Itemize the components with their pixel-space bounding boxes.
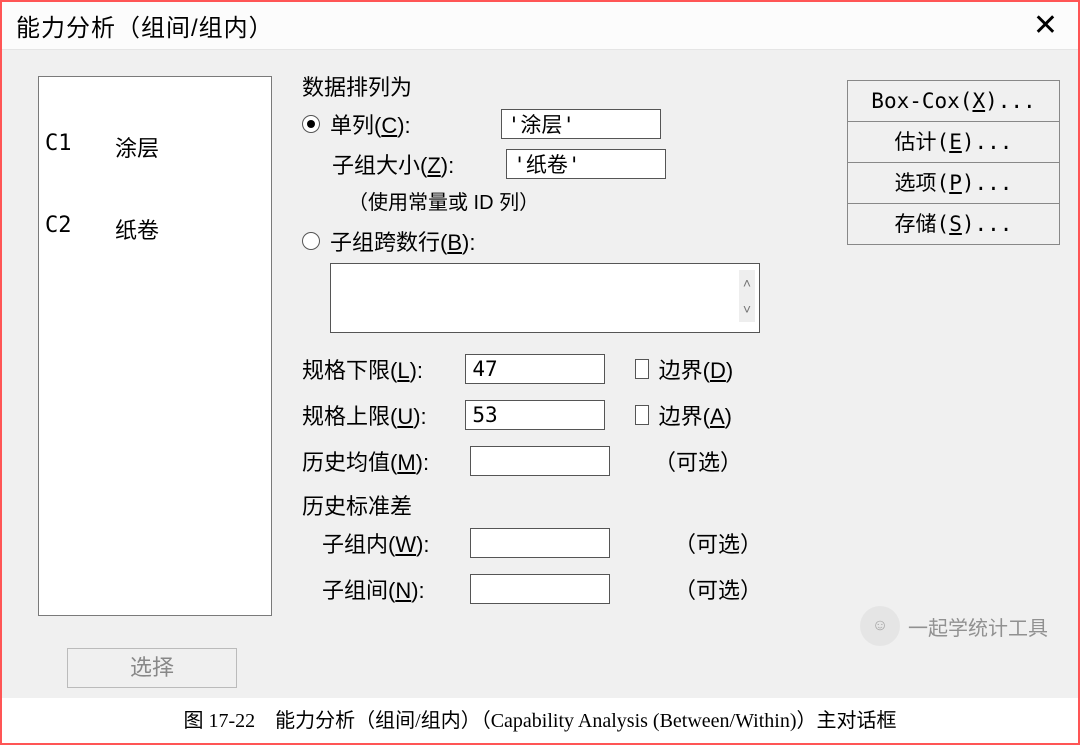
single-column-label: 单列(C): — [330, 108, 411, 140]
subgroup-size-note: （使用常量或 ID 列） — [348, 186, 822, 215]
figure-caption: 图 17-22 能力分析（组间/组内）（Capability Analysis … — [2, 698, 1078, 733]
subgroup-size-input[interactable] — [506, 149, 666, 179]
within-sd-optional: （可选） — [654, 527, 822, 559]
between-sd-optional: （可选） — [654, 573, 822, 605]
upper-boundary-label: 边界(A) — [659, 399, 822, 431]
arrangement-header: 数据排列为 — [302, 70, 822, 102]
between-sd-input[interactable] — [470, 574, 610, 604]
form-area: 数据排列为 单列(C): 子组大小(Z): （使用常量或 ID 列） — [302, 70, 822, 605]
estimate-button[interactable]: 估计(E)... — [847, 121, 1060, 163]
radio-multi-row[interactable] — [302, 232, 320, 250]
right-button-group: Box-Cox(X)... 估计(E)... 选项(P)... 存储(S)... — [847, 80, 1060, 244]
select-button: 选择 — [67, 648, 237, 688]
multi-row-label: 子组跨数行(B): — [330, 225, 475, 257]
watermark: ☺ 一起学统计工具 — [860, 606, 1048, 646]
window-title: 能力分析（组间/组内） — [16, 8, 274, 43]
within-sd-input[interactable] — [470, 528, 610, 558]
storage-button[interactable]: 存储(S)... — [847, 203, 1060, 245]
subgroup-size-label: 子组大小(Z): — [332, 148, 454, 180]
upper-boundary-checkbox[interactable] — [635, 405, 648, 425]
chevron-down-icon[interactable]: ˅ — [739, 296, 755, 322]
upper-spec-input[interactable] — [465, 400, 605, 430]
list-item: C1 涂层 — [45, 131, 265, 163]
lower-spec-label: 规格下限(L): — [302, 353, 465, 385]
single-column-input[interactable] — [501, 109, 661, 139]
hist-sd-header: 历史标准差 — [302, 489, 822, 521]
within-sd-label: 子组内(W): — [302, 527, 470, 559]
titlebar: 能力分析（组间/组内） ✕ — [2, 2, 1078, 50]
list-item: C2 纸卷 — [45, 213, 265, 245]
between-sd-label: 子组间(N): — [302, 573, 470, 605]
wechat-icon: ☺ — [860, 606, 900, 646]
upper-spec-label: 规格上限(U): — [302, 399, 465, 431]
variable-list[interactable]: C1 涂层 C2 纸卷 — [38, 76, 272, 616]
radio-single-column[interactable] — [302, 115, 320, 133]
multi-row-input[interactable]: ˄ ˅ — [330, 263, 760, 333]
lower-spec-input[interactable] — [465, 354, 605, 384]
chevron-up-icon[interactable]: ˄ — [739, 270, 755, 296]
hist-mean-input[interactable] — [470, 446, 610, 476]
lower-boundary-checkbox[interactable] — [635, 359, 648, 379]
dialog-body: C1 涂层 C2 纸卷 选择 数据排列为 单列(C): 子组大 — [2, 50, 1078, 698]
spinner-icon[interactable]: ˄ ˅ — [739, 270, 755, 322]
hist-mean-optional: （可选） — [654, 445, 822, 477]
boxcox-button[interactable]: Box-Cox(X)... — [847, 80, 1060, 122]
lower-boundary-label: 边界(D) — [659, 353, 822, 385]
hist-mean-label: 历史均值(M): — [302, 445, 470, 477]
options-button[interactable]: 选项(P)... — [847, 162, 1060, 204]
dialog-window: 能力分析（组间/组内） ✕ C1 涂层 C2 纸卷 选择 数据排列为 单列(C)… — [0, 0, 1080, 745]
close-icon[interactable]: ✕ — [1023, 7, 1068, 45]
